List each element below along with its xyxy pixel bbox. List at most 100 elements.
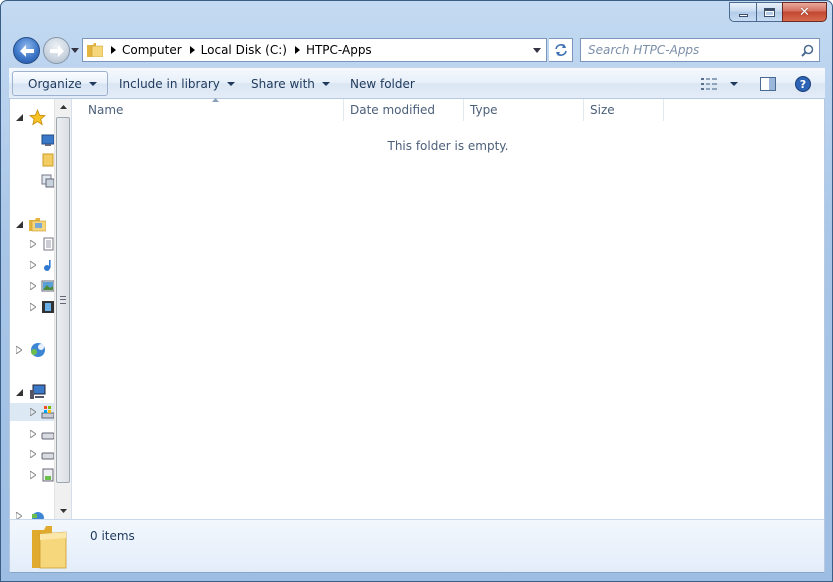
collapsed-arrow-icon[interactable]	[28, 302, 38, 312]
pictures-icon	[41, 280, 55, 292]
chevron-right-icon	[294, 46, 300, 54]
close-icon: ✕	[799, 4, 810, 20]
minimize-button[interactable]	[729, 2, 756, 22]
music-icon	[44, 260, 51, 271]
include-in-library-button[interactable]: Include in library	[111, 71, 243, 96]
more-views-button[interactable]	[722, 71, 746, 96]
navigation-scrollbar[interactable]	[54, 99, 71, 519]
refresh-icon	[554, 44, 567, 56]
tree-item-drive[interactable]	[10, 445, 55, 463]
collapsed-arrow-icon[interactable]	[28, 281, 38, 291]
expanded-arrow-icon[interactable]	[14, 387, 24, 397]
details-pane: 0 items	[9, 519, 825, 573]
change-view-button[interactable]	[693, 71, 725, 96]
empty-folder-message: This folder is empty.	[387, 139, 509, 153]
tree-item-local-disk[interactable]	[10, 403, 55, 421]
refresh-button[interactable]	[549, 38, 573, 62]
videos-icon	[42, 301, 54, 313]
folder-icon	[32, 526, 67, 569]
share-with-label: Share with	[251, 76, 315, 91]
tree-item-recent-places[interactable]	[10, 172, 55, 190]
collapsed-arrow-icon[interactable]	[28, 449, 38, 459]
search-box[interactable]	[580, 38, 820, 62]
column-header-date-modified[interactable]: Date modified	[344, 99, 464, 121]
navigation-bar: Computer Local Disk (C:) HTPC-Apps	[13, 35, 825, 65]
content-area: Name Date modified Type Size This folder…	[9, 98, 825, 522]
chevron-right-icon	[111, 46, 116, 54]
tree-item-drive[interactable]	[10, 466, 55, 484]
forward-button[interactable]	[43, 37, 70, 64]
homegroup-icon	[31, 343, 45, 357]
tree-item-music[interactable]	[10, 256, 55, 274]
organize-button[interactable]: Organize	[12, 71, 108, 96]
chevron-down-icon	[730, 81, 738, 86]
share-with-button[interactable]: Share with	[243, 71, 338, 96]
new-folder-label: New folder	[350, 76, 415, 91]
chevron-right-icon	[189, 46, 195, 54]
column-header-label: Type	[470, 103, 498, 117]
collapsed-arrow-icon[interactable]	[28, 470, 38, 480]
libraries-icon	[29, 217, 46, 231]
chevron-up-icon	[59, 105, 67, 109]
new-folder-button[interactable]: New folder	[342, 71, 423, 96]
column-header-label: Size	[590, 103, 615, 117]
tree-item-pictures[interactable]	[10, 277, 55, 295]
expanded-arrow-icon[interactable]	[14, 112, 24, 122]
column-header-type[interactable]: Type	[464, 99, 584, 121]
collapsed-arrow-icon[interactable]	[28, 260, 38, 270]
file-list-pane[interactable]: Name Date modified Type Size This folder…	[72, 98, 824, 519]
minimize-icon	[738, 14, 748, 17]
tree-item-videos[interactable]	[10, 298, 55, 316]
chevron-down-icon	[226, 81, 235, 86]
preview-pane-button[interactable]	[752, 71, 784, 96]
tree-item-desktop[interactable]	[10, 131, 55, 149]
collapsed-arrow-icon[interactable]	[14, 345, 24, 355]
recent-pages-button[interactable]	[70, 44, 80, 56]
breadcrumb-htpc-apps[interactable]: HTPC-Apps	[306, 43, 372, 57]
tree-item-libraries[interactable]	[10, 215, 55, 233]
collapsed-arrow-icon[interactable]	[28, 407, 38, 417]
folder-icon	[87, 43, 103, 57]
help-button[interactable]: ?	[787, 71, 819, 96]
tree-item-favorites[interactable]	[10, 108, 55, 126]
tree-item-homegroup[interactable]	[10, 341, 55, 359]
tree-item-computer[interactable]	[10, 383, 55, 401]
scroll-up-button[interactable]	[55, 99, 71, 115]
chevron-down-icon	[59, 509, 67, 513]
svg-text:?: ?	[800, 78, 806, 91]
breadcrumb-separator[interactable]	[111, 46, 116, 54]
address-history-dropdown[interactable]	[528, 39, 546, 61]
tree-item-drive[interactable]	[10, 425, 55, 443]
maximize-button[interactable]	[756, 2, 782, 22]
breadcrumb-computer[interactable]: Computer	[122, 43, 182, 57]
breadcrumb-separator[interactable]	[189, 46, 195, 54]
help-icon: ?	[795, 75, 811, 92]
column-headers: Name Date modified Type Size	[72, 98, 824, 121]
collapsed-arrow-icon[interactable]	[28, 239, 38, 249]
breadcrumb-local-disk[interactable]: Local Disk (C:)	[201, 43, 287, 57]
sort-ascending-icon	[212, 98, 219, 102]
desktop-icon	[41, 134, 55, 146]
back-button[interactable]	[13, 37, 40, 64]
maximize-icon	[764, 7, 775, 17]
tree-item-documents[interactable]	[10, 235, 55, 253]
collapsed-arrow-icon[interactable]	[28, 429, 38, 439]
scroll-thumb[interactable]	[56, 117, 70, 483]
close-button[interactable]: ✕	[782, 2, 827, 22]
breadcrumb-separator[interactable]	[294, 46, 300, 54]
column-header-size[interactable]: Size	[584, 99, 664, 121]
computer-icon	[30, 384, 46, 399]
command-bar: Organize Include in library Share with N…	[9, 67, 825, 99]
navigation-pane	[10, 99, 72, 522]
local-disk-icon	[41, 406, 55, 419]
search-icon[interactable]	[801, 44, 814, 57]
explorer-window: ✕ Computer Local Disk (C:) HTPC-Apps Sea…	[0, 0, 833, 582]
details-view-icon	[701, 77, 717, 90]
scroll-down-button[interactable]	[55, 503, 71, 519]
column-header-name[interactable]: Name	[82, 98, 344, 121]
address-bar[interactable]: Computer Local Disk (C:) HTPC-Apps	[82, 38, 547, 62]
search-input[interactable]	[588, 43, 798, 57]
tree-item-downloads[interactable]	[10, 151, 55, 169]
include-in-library-label: Include in library	[119, 76, 220, 91]
expanded-arrow-icon[interactable]	[14, 219, 24, 229]
